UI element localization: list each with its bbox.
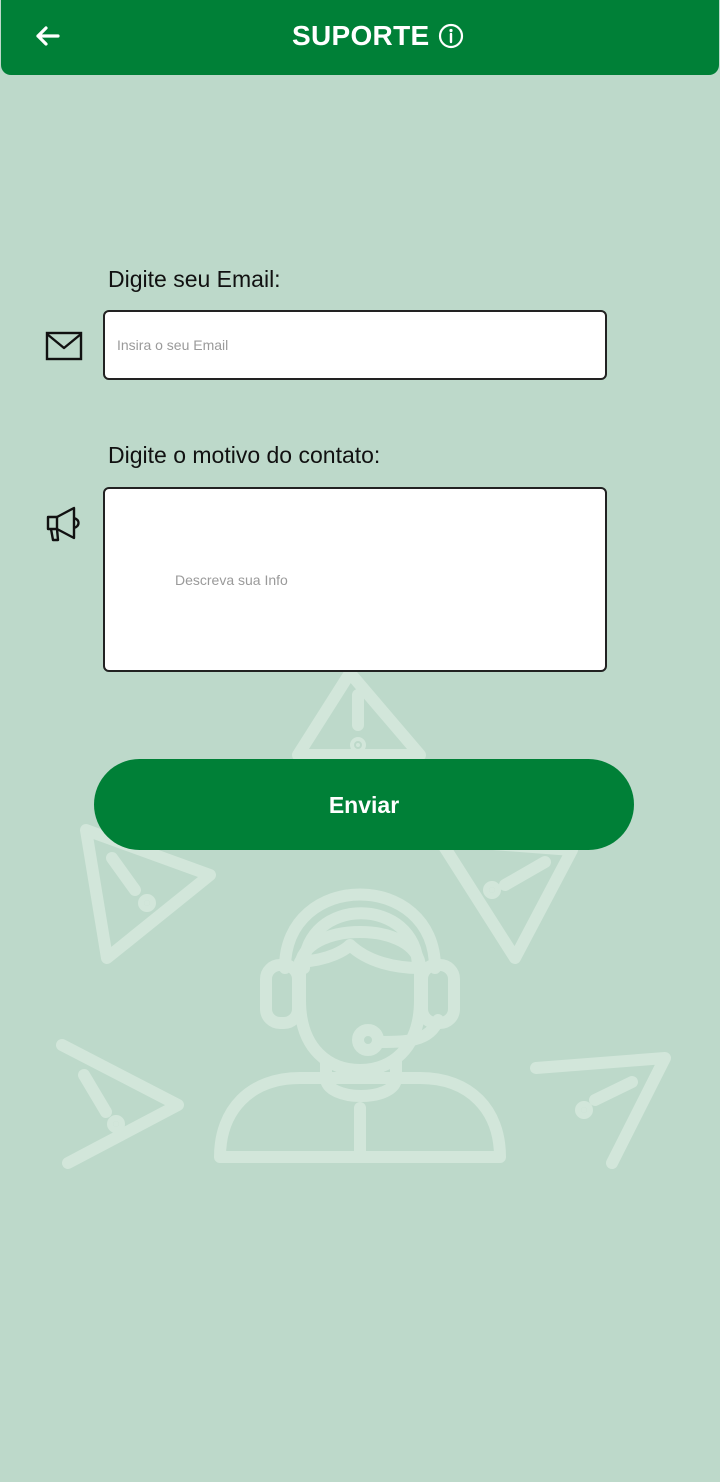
email-label: Digite seu Email: <box>108 266 281 292</box>
arrow-left-icon <box>36 26 60 46</box>
megaphone-icon <box>42 502 86 546</box>
reason-placeholder: Descreva sua Info <box>175 572 288 588</box>
send-button[interactable]: Enviar <box>94 759 634 850</box>
info-button[interactable] <box>437 22 465 50</box>
envelope-icon <box>44 330 84 362</box>
reason-textarea[interactable]: Descreva sua Info <box>103 487 607 672</box>
email-placeholder: Insira o seu Email <box>117 337 229 353</box>
support-illustration <box>56 667 671 1169</box>
app-header: SUPORTE <box>1 0 719 75</box>
back-button[interactable] <box>23 12 71 60</box>
info-circle-icon <box>438 23 464 49</box>
page-title: SUPORTE <box>292 20 430 51</box>
reason-label: Digite o motivo do contato: <box>108 442 381 468</box>
email-input[interactable]: Insira o seu Email <box>103 310 607 380</box>
send-button-label: Enviar <box>328 791 400 818</box>
